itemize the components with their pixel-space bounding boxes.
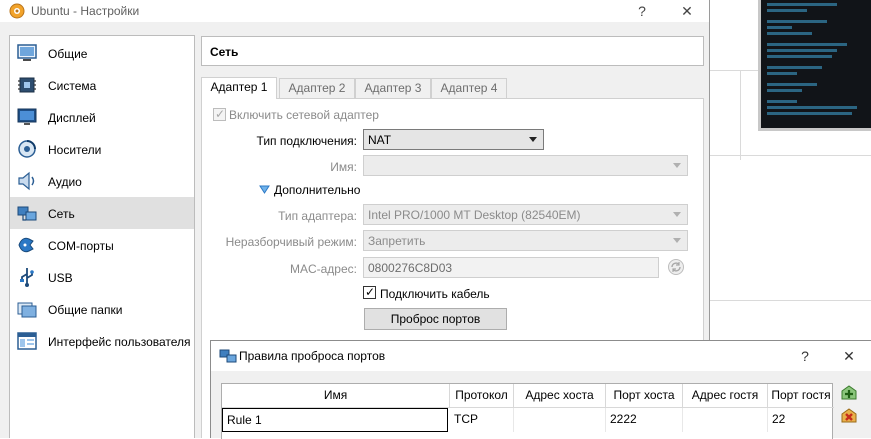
sidebar-item-serial-ports[interactable]: COM-порты xyxy=(10,229,194,261)
adapter-type-label: Тип адаптера: xyxy=(278,209,357,223)
chevron-down-icon xyxy=(529,137,537,142)
attach-type-value: NAT xyxy=(368,133,392,147)
table-cell-host-port[interactable]: 2222 xyxy=(606,408,683,432)
sidebar-item-user-interface[interactable]: Интерфейс пользователя xyxy=(10,325,194,357)
column-header-host-port[interactable]: Порт хоста xyxy=(606,384,683,408)
user-interface-icon xyxy=(17,332,37,350)
sidebar-item-label: Система xyxy=(48,79,97,93)
tab-adapter-1[interactable]: Адаптер 1 xyxy=(201,77,277,99)
dialog-titlebar: Правила проброса портов ? ✕ xyxy=(211,341,871,371)
window-title: Ubuntu - Настройки xyxy=(31,4,140,18)
dialog-title: Правила проброса портов xyxy=(239,349,386,363)
chevron-down-icon xyxy=(673,238,681,243)
window-titlebar: Ubuntu - Настройки ? ✕ xyxy=(0,0,709,22)
add-rule-icon[interactable] xyxy=(839,384,859,404)
shared-folder-icon xyxy=(17,302,37,318)
sidebar-item-label: Общие папки xyxy=(48,303,123,317)
column-header-protocol[interactable]: Протокол xyxy=(450,384,514,408)
storage-disk-icon xyxy=(18,140,36,158)
column-header-guest-ip[interactable]: Адрес гостя xyxy=(683,384,768,408)
column-header-host-ip[interactable]: Адрес хоста xyxy=(514,384,606,408)
background-divider xyxy=(710,300,871,301)
cable-connected-label: Подключить кабель xyxy=(380,287,490,301)
name-select[interactable] xyxy=(363,155,688,176)
close-button[interactable]: ✕ xyxy=(673,1,701,21)
general-icon xyxy=(17,44,37,61)
background-divider xyxy=(740,70,741,160)
tab-adapter-2[interactable]: Адаптер 2 xyxy=(279,78,355,98)
network-icon xyxy=(17,206,37,221)
expand-triangle-icon[interactable] xyxy=(259,185,270,194)
enable-adapter-label: Включить сетевой адаптер xyxy=(229,108,379,122)
section-header: Сеть xyxy=(201,36,704,66)
tab-adapter-3[interactable]: Адаптер 3 xyxy=(355,78,431,98)
table-cell-name[interactable]: Rule 1 xyxy=(222,408,448,432)
attach-type-select[interactable]: NAT xyxy=(363,129,544,150)
sidebar-item-general[interactable]: Общие xyxy=(10,37,194,69)
port-forwarding-button[interactable]: Проброс портов xyxy=(364,308,507,330)
chevron-down-icon xyxy=(673,212,681,217)
serial-port-icon xyxy=(18,237,34,253)
sidebar-item-audio[interactable]: Аудио xyxy=(10,165,194,197)
network-icon xyxy=(219,349,237,363)
attach-type-label: Тип подключения: xyxy=(256,134,357,148)
mac-address-value: 0800276C8D03 xyxy=(368,261,453,275)
port-forwarding-dialog: Правила проброса портов ? ✕ Имя Протокол… xyxy=(210,340,871,439)
sidebar-item-label: COM-порты xyxy=(48,239,114,253)
table-cell-protocol[interactable]: TCP xyxy=(450,408,514,432)
advanced-toggle-label[interactable]: Дополнительно xyxy=(274,183,360,197)
usb-icon xyxy=(20,268,34,287)
audio-speaker-icon xyxy=(18,171,35,191)
sidebar-item-usb[interactable]: USB xyxy=(10,261,194,293)
sidebar-item-label: Интерфейс пользователя xyxy=(48,335,191,349)
adapter-type-select[interactable]: Intel PRO/1000 MT Desktop (82540EM) xyxy=(363,204,688,225)
sidebar-item-shared-folders[interactable]: Общие папки xyxy=(10,293,194,325)
refresh-mac-icon[interactable] xyxy=(667,258,685,276)
cable-connected-checkbox[interactable]: ✓ xyxy=(363,285,376,299)
section-title: Сеть xyxy=(210,45,239,59)
promiscuous-mode-select[interactable]: Запретить xyxy=(363,230,688,251)
sidebar-item-label: USB xyxy=(48,271,73,285)
dialog-close-button[interactable]: ✕ xyxy=(835,346,863,366)
sidebar-item-label: Носители xyxy=(48,143,102,157)
help-button[interactable]: ? xyxy=(628,1,656,21)
promiscuous-mode-label: Неразборчивый режим: xyxy=(225,235,357,249)
promiscuous-mode-value: Запретить xyxy=(368,234,426,248)
dialog-help-button[interactable]: ? xyxy=(791,346,819,366)
table-cell-host-ip[interactable] xyxy=(514,408,606,432)
sidebar-item-label: Аудио xyxy=(48,175,82,189)
system-chip-icon xyxy=(18,77,36,93)
column-header-name[interactable]: Имя xyxy=(222,384,450,408)
column-header-guest-port[interactable]: Порт гостя xyxy=(768,384,834,408)
chevron-down-icon xyxy=(673,163,681,168)
tab-adapter-4[interactable]: Адаптер 4 xyxy=(431,78,507,98)
terminal-thumbnail xyxy=(758,0,871,131)
sidebar-item-system[interactable]: Система xyxy=(10,69,194,101)
sidebar-item-label: Общие xyxy=(48,47,88,61)
enable-adapter-checkbox[interactable]: ✓ xyxy=(213,107,226,121)
name-label: Имя: xyxy=(330,160,357,174)
mac-address-label: MAC-адрес: xyxy=(289,262,357,276)
sidebar-item-label: Сеть xyxy=(48,207,75,221)
sidebar-item-network[interactable]: Сеть xyxy=(10,197,194,229)
sidebar-item-label: Дисплей xyxy=(48,111,96,125)
virtualbox-app-icon xyxy=(9,3,25,19)
settings-sidebar: Общие Система Дисплей Носители Аудио Сет… xyxy=(9,35,195,438)
remove-rule-icon[interactable] xyxy=(839,407,859,427)
sidebar-item-storage[interactable]: Носители xyxy=(10,133,194,165)
adapter-type-value: Intel PRO/1000 MT Desktop (82540EM) xyxy=(368,208,581,222)
table-cell-guest-port[interactable]: 22 xyxy=(768,408,834,432)
background-divider xyxy=(710,155,871,156)
display-monitor-icon xyxy=(17,108,37,125)
table-cell-guest-ip[interactable] xyxy=(683,408,768,432)
port-forwarding-table: Имя Протокол Адрес хоста Порт хоста Адре… xyxy=(221,383,834,439)
sidebar-item-display[interactable]: Дисплей xyxy=(10,101,194,133)
mac-address-field[interactable]: 0800276C8D03 xyxy=(363,257,659,278)
